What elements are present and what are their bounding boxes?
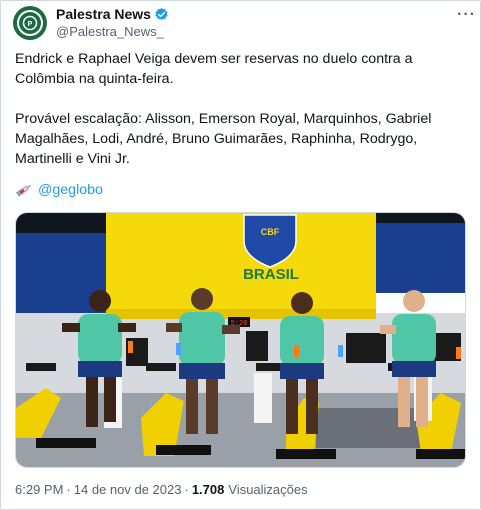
source-link[interactable]: @geglobo bbox=[38, 182, 103, 198]
separator-dot: · bbox=[184, 482, 189, 497]
palmeiras-crest-icon: P bbox=[17, 10, 43, 36]
tweet-paragraph-2: Provável escalação: Alisson, Emerson Roy… bbox=[15, 111, 432, 167]
svg-text:P: P bbox=[28, 21, 33, 28]
tweet-card: P Palestra News @Palestra_News_ ··· Endr… bbox=[0, 0, 481, 510]
tweet-photo[interactable]: CBF BRASIL 5:20 bbox=[15, 212, 466, 468]
crest-text: CBF bbox=[261, 227, 280, 237]
display-name[interactable]: Palestra News bbox=[56, 6, 151, 23]
tweet-text: Endrick e Raphael Veiga devem ser reserv… bbox=[15, 49, 471, 169]
tweet-meta: 6:29 PM · 14 de nov de 2023 · 1.708 Visu… bbox=[15, 482, 308, 497]
separator-dot: · bbox=[66, 482, 71, 497]
tweet-paragraph-1: Endrick e Raphael Veiga devem ser reserv… bbox=[15, 51, 413, 87]
source-line: @geglobo bbox=[15, 182, 103, 198]
views-label: Visualizações bbox=[228, 482, 308, 497]
views-count: 1.708 bbox=[191, 482, 225, 497]
verified-badge-icon bbox=[154, 7, 169, 22]
avatar[interactable]: P bbox=[13, 6, 47, 40]
more-options-icon[interactable]: ··· bbox=[457, 6, 476, 24]
syringe-icon bbox=[15, 182, 35, 198]
post-date[interactable]: 14 de nov de 2023 bbox=[74, 482, 182, 497]
wall-text: BRASIL bbox=[243, 266, 299, 283]
post-time[interactable]: 6:29 PM bbox=[15, 482, 63, 497]
gym-photo: CBF BRASIL 5:20 bbox=[16, 213, 465, 467]
tweet-header: P Palestra News @Palestra_News_ bbox=[13, 5, 470, 41]
user-handle[interactable]: @Palestra_News_ bbox=[56, 23, 169, 40]
